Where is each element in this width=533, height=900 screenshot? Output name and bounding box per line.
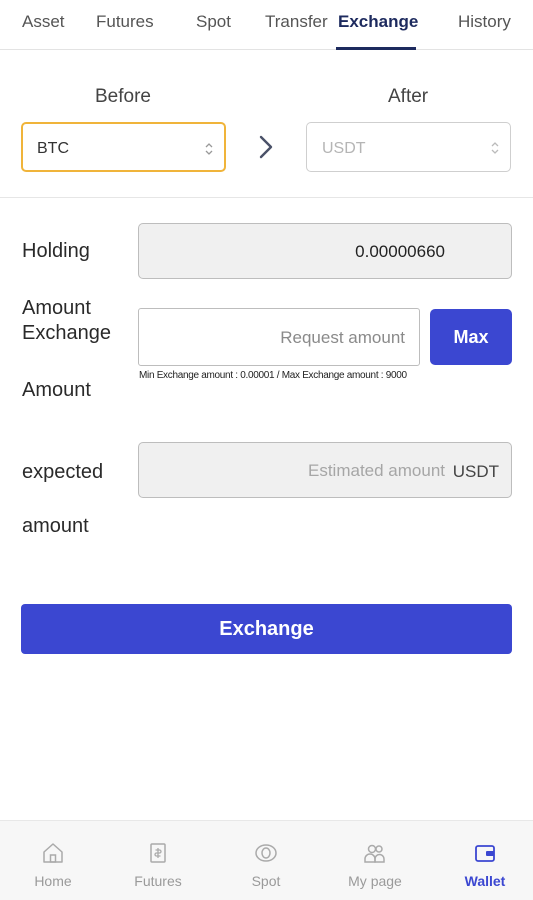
chevron-right-icon bbox=[259, 135, 273, 159]
tab-history[interactable]: History bbox=[458, 12, 511, 32]
before-label: Before bbox=[95, 86, 151, 107]
holding-label: Holding bbox=[22, 240, 90, 262]
section-divider bbox=[0, 197, 533, 198]
exchange-limit-hint: Min Exchange amount : 0.00001 / Max Exch… bbox=[139, 370, 407, 381]
max-button[interactable]: Max bbox=[430, 309, 512, 365]
nav-wallet-label: Wallet bbox=[464, 873, 506, 889]
expected-label: expected bbox=[22, 461, 104, 483]
expected-amount-label: amount bbox=[22, 515, 89, 537]
amount-label: Amount bbox=[22, 379, 91, 401]
after-coin-select[interactable]: USDT bbox=[306, 122, 511, 172]
nav-spot[interactable]: Spot bbox=[213, 821, 319, 900]
estimated-amount-placeholder: Estimated amount bbox=[307, 461, 445, 480]
tab-asset[interactable]: Asset bbox=[22, 12, 65, 32]
request-amount-input[interactable]: Request amount bbox=[138, 308, 420, 366]
home-icon bbox=[43, 843, 63, 863]
holding-value: 0.00000660 bbox=[355, 242, 445, 261]
bottom-nav: Home Futures Spot My page Wallet bbox=[0, 820, 533, 900]
nav-my-page-label: My page bbox=[348, 873, 402, 889]
nav-wallet[interactable]: Wallet bbox=[432, 821, 533, 900]
request-amount-placeholder: Request amount bbox=[280, 328, 405, 347]
after-coin-value: USDT bbox=[322, 140, 366, 157]
nav-futures-label: Futures bbox=[134, 873, 182, 889]
amount-exchange-label-line1: Amount bbox=[22, 297, 91, 319]
top-tab-bar: Asset Futures Spot Transfer Exchange His… bbox=[0, 0, 533, 50]
amount-exchange-label-line2: Exchange bbox=[22, 322, 111, 344]
estimated-unit: USDT bbox=[452, 462, 499, 481]
before-coin-select[interactable]: BTC bbox=[21, 122, 226, 172]
select-arrows-icon bbox=[491, 142, 499, 154]
nav-spot-label: Spot bbox=[251, 873, 281, 889]
users-icon bbox=[364, 844, 385, 863]
wallet-icon bbox=[475, 845, 495, 862]
futures-icon bbox=[150, 843, 166, 863]
coins-icon bbox=[255, 844, 277, 862]
nav-my-page[interactable]: My page bbox=[322, 821, 428, 900]
tab-exchange[interactable]: Exchange bbox=[338, 12, 418, 32]
nav-home-label: Home bbox=[34, 873, 72, 889]
exchange-button[interactable]: Exchange bbox=[21, 604, 512, 654]
holding-field: 0.00000660 bbox=[138, 223, 512, 279]
estimated-amount-field: Estimated amount USDT bbox=[138, 442, 512, 498]
active-tab-indicator bbox=[336, 47, 416, 50]
tab-spot[interactable]: Spot bbox=[196, 12, 231, 32]
nav-futures[interactable]: Futures bbox=[105, 821, 211, 900]
before-coin-value: BTC bbox=[37, 140, 69, 157]
nav-home[interactable]: Home bbox=[0, 821, 106, 900]
after-label: After bbox=[388, 86, 429, 107]
tab-futures[interactable]: Futures bbox=[96, 12, 154, 32]
select-arrows-icon bbox=[205, 143, 213, 155]
tab-transfer[interactable]: Transfer bbox=[265, 12, 328, 32]
